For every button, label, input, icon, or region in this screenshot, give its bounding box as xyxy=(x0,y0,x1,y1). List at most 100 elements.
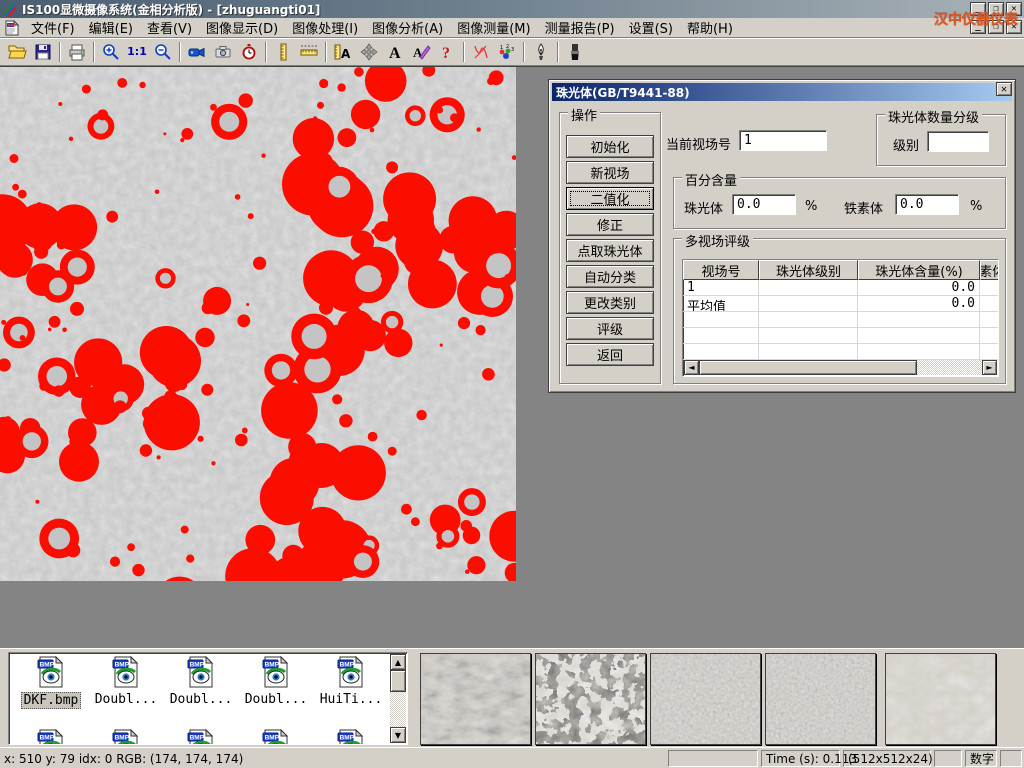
scroll-thumb[interactable] xyxy=(390,670,406,692)
app-icon xyxy=(2,1,18,17)
grade-input[interactable] xyxy=(927,131,989,152)
save-icon[interactable] xyxy=(30,40,56,64)
menu-image-process[interactable]: 图像处理(I) xyxy=(285,16,365,39)
count-points-icon[interactable]: 123 xyxy=(494,40,520,64)
svg-text:BMP: BMP xyxy=(265,662,280,669)
bottom-panel: BMP DKF.bmp BMP Doubl... BMP Doubl... xyxy=(0,648,1024,747)
dialog-title-bar[interactable]: 珠光体(GB/T9441-88) xyxy=(552,83,1012,101)
return-button[interactable]: 返回 xyxy=(566,343,654,366)
ferrite-percent-input[interactable]: 0.0 xyxy=(895,194,959,215)
change-class-button[interactable]: 更改类别 xyxy=(566,291,654,314)
auto-classify-button[interactable]: 自动分类 xyxy=(566,265,654,288)
file-name[interactable]: DKF.bmp xyxy=(21,692,82,709)
file-item[interactable]: BMP xyxy=(165,729,237,745)
toolbar-separator xyxy=(463,42,465,62)
ruler-horizontal-icon[interactable] xyxy=(296,40,322,64)
col-field-number: 视场号 xyxy=(683,260,759,280)
file-list[interactable]: BMP DKF.bmp BMP Doubl... BMP Doubl... xyxy=(8,652,408,745)
actual-size-icon[interactable]: 1:1 xyxy=(124,40,150,64)
scroll-left-icon[interactable]: ◄ xyxy=(684,360,699,375)
scroll-track[interactable] xyxy=(917,360,982,375)
file-item[interactable]: BMP xyxy=(90,729,162,745)
document-icon: DOC xyxy=(4,20,20,36)
file-item[interactable]: BMP Doubl... xyxy=(240,656,312,707)
file-item[interactable]: BMP Doubl... xyxy=(90,656,162,707)
grade-group-label: 珠光体数量分级 xyxy=(885,107,982,126)
file-item[interactable]: BMP DKF.bmp xyxy=(15,656,87,709)
window-title: IS100显微摄像系统(金相分析版) - [zhuguangti01] xyxy=(22,1,320,18)
file-item[interactable]: BMP xyxy=(240,729,312,745)
menu-file[interactable]: 文件(F) xyxy=(24,16,82,39)
menu-edit[interactable]: 编辑(E) xyxy=(82,16,140,39)
binarized-micrograph-image[interactable] xyxy=(0,67,516,581)
correct-button[interactable]: 修正 xyxy=(566,213,654,236)
cell-ferrite xyxy=(980,296,999,312)
zoom-in-icon[interactable] xyxy=(98,40,124,64)
binarize-button[interactable]: 二值化 xyxy=(566,187,654,210)
text-edit-icon[interactable]: A xyxy=(408,40,434,64)
status-time: Time (s): 0.113 xyxy=(761,750,840,767)
toolbar-separator xyxy=(93,42,95,62)
file-name[interactable]: HuiTi... xyxy=(318,692,385,707)
open-icon[interactable] xyxy=(4,40,30,64)
thumbnail-1[interactable] xyxy=(420,653,531,745)
zoom-out-icon[interactable] xyxy=(150,40,176,64)
new-field-button[interactable]: 新视场 xyxy=(566,161,654,184)
ruler-vertical-icon[interactable] xyxy=(270,40,296,64)
capture-camera-icon[interactable] xyxy=(210,40,236,64)
timer-icon[interactable] xyxy=(236,40,262,64)
rating-group-label: 多视场评级 xyxy=(682,231,753,250)
file-item[interactable]: BMP Doubl... xyxy=(165,656,237,707)
scroll-thumb[interactable] xyxy=(699,360,917,375)
thumbnail-5[interactable] xyxy=(885,653,996,745)
file-name[interactable]: Doubl... xyxy=(243,692,310,707)
menu-image-analysis[interactable]: 图像分析(A) xyxy=(365,16,450,39)
menu-image-measure[interactable]: 图像测量(M) xyxy=(450,16,537,39)
table-row[interactable]: 平均值 0.0 xyxy=(683,296,998,312)
init-button[interactable]: 初始化 xyxy=(566,135,654,158)
file-name[interactable]: Doubl... xyxy=(93,692,160,707)
print-icon[interactable] xyxy=(64,40,90,64)
text-icon[interactable]: A xyxy=(382,40,408,64)
grade-label: 级别 xyxy=(893,135,919,154)
measure-label-icon[interactable]: A xyxy=(330,40,356,64)
dialog-close-icon[interactable]: ✕ xyxy=(996,82,1012,96)
operation-group-label: 操作 xyxy=(568,105,600,124)
toolbar-separator xyxy=(557,42,559,62)
help-icon[interactable]: ? xyxy=(434,40,460,64)
file-list-vscrollbar[interactable]: ▲ ▼ xyxy=(390,654,406,743)
file-name[interactable]: Doubl... xyxy=(168,692,235,707)
menu-view[interactable]: 查看(V) xyxy=(140,16,199,39)
thumbnail-4[interactable] xyxy=(765,653,876,745)
scroll-down-icon[interactable]: ▼ xyxy=(390,727,406,743)
current-field-input[interactable]: 1 xyxy=(739,130,827,151)
table-hscrollbar[interactable]: ◄ ► xyxy=(684,360,997,375)
current-field-label: 当前视场号 xyxy=(666,134,731,153)
pearlite-percent-input[interactable]: 0.0 xyxy=(732,194,796,215)
scroll-up-icon[interactable]: ▲ xyxy=(390,654,406,670)
menu-settings[interactable]: 设置(S) xyxy=(622,16,680,39)
toolbar-separator xyxy=(59,42,61,62)
file-item[interactable]: BMP xyxy=(15,729,87,745)
video-camera-icon[interactable] xyxy=(184,40,210,64)
table-row[interactable]: 1 0.0 xyxy=(683,280,998,296)
pick-pearlite-button[interactable]: 点取珠光体 xyxy=(566,239,654,262)
pen-icon[interactable] xyxy=(528,40,554,64)
status-bar: x: 510 y: 79 idx: 0 RGB: (174, 174, 174)… xyxy=(0,747,1024,768)
cell-grade xyxy=(759,296,858,312)
grade-button[interactable]: 评级 xyxy=(566,317,654,340)
pearlite-percent-unit: % xyxy=(805,199,817,214)
menu-help[interactable]: 帮助(H) xyxy=(680,16,740,39)
thumbnail-2[interactable] xyxy=(535,653,646,745)
menu-report[interactable]: 测量报告(P) xyxy=(538,16,622,39)
toolbar-separator xyxy=(265,42,267,62)
brush-icon[interactable] xyxy=(562,40,588,64)
curve-cut-icon[interactable] xyxy=(468,40,494,64)
file-item[interactable]: BMP HuiTi... xyxy=(315,656,387,707)
move-cross-icon[interactable] xyxy=(356,40,382,64)
file-item[interactable]: BMP xyxy=(315,729,387,745)
thumbnail-3[interactable] xyxy=(650,653,761,745)
cell-ferrite xyxy=(980,280,999,296)
scroll-right-icon[interactable]: ► xyxy=(982,360,997,375)
menu-image-display[interactable]: 图像显示(D) xyxy=(199,16,285,39)
